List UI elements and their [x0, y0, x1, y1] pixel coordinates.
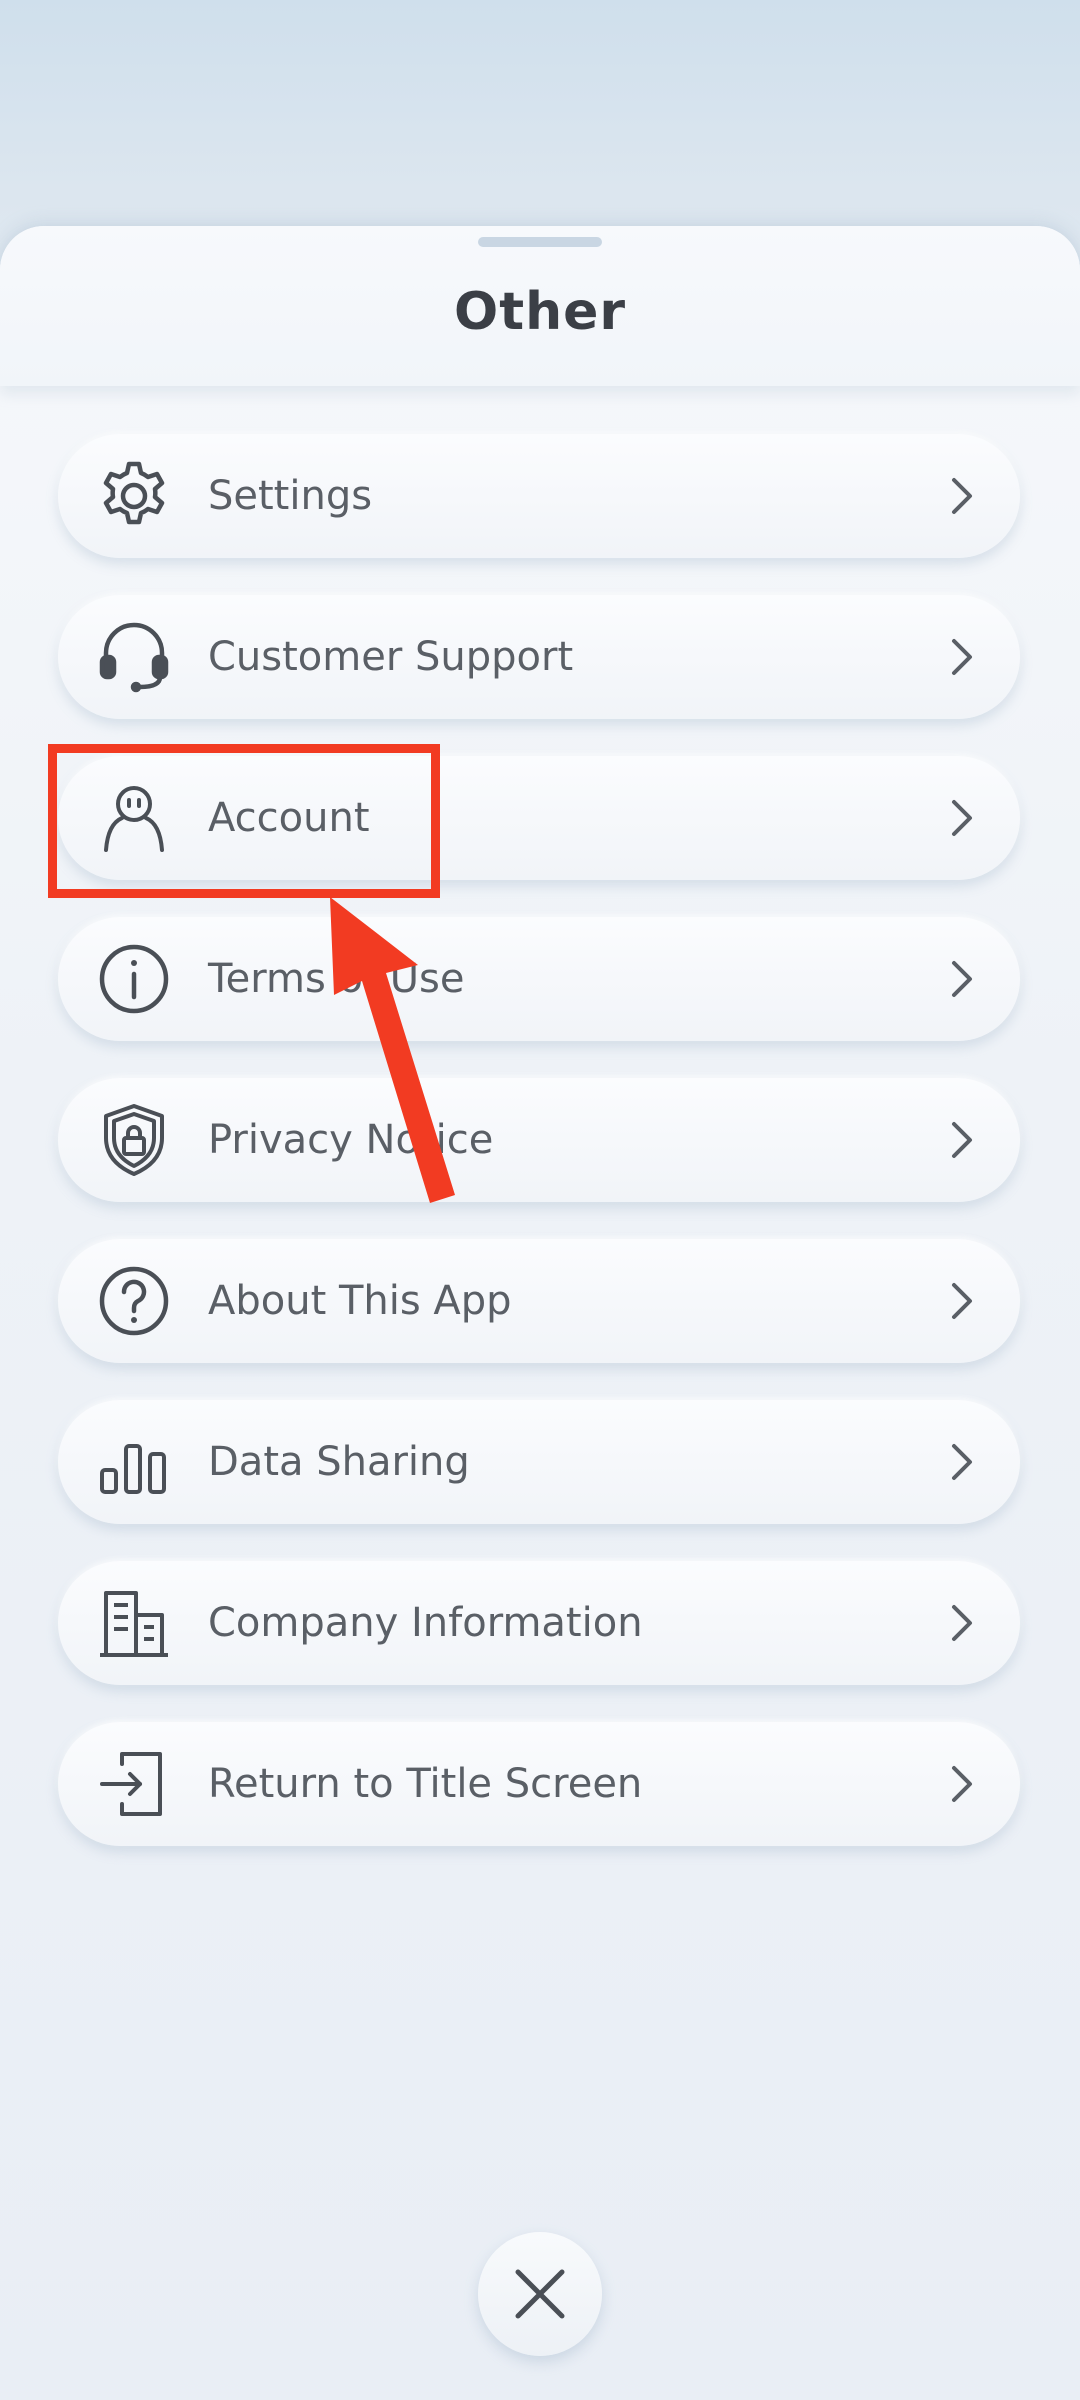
- building-icon: [96, 1585, 172, 1661]
- menu-item-data-sharing[interactable]: Data Sharing: [58, 1400, 1020, 1524]
- menu-item-label: Customer Support: [208, 634, 574, 680]
- chevron-right-icon: [948, 1762, 976, 1806]
- menu-item-terms-of-use[interactable]: Terms of Use: [58, 917, 1020, 1041]
- chevron-right-icon: [948, 1601, 976, 1645]
- close-button[interactable]: [478, 2232, 602, 2356]
- shield-lock-icon: [96, 1102, 172, 1178]
- drag-handle[interactable]: [478, 237, 602, 247]
- question-icon: [96, 1263, 172, 1339]
- menu-item-label: About This App: [208, 1278, 512, 1324]
- page-title: Other: [454, 282, 626, 342]
- bar-chart-icon: [96, 1424, 172, 1500]
- menu-item-privacy-notice[interactable]: Privacy Notice: [58, 1078, 1020, 1202]
- menu-item-customer-support[interactable]: Customer Support: [58, 595, 1020, 719]
- headset-icon: [96, 619, 172, 695]
- chevron-right-icon: [948, 474, 976, 518]
- person-icon: [96, 780, 172, 856]
- menu-item-company-information[interactable]: Company Information: [58, 1561, 1020, 1685]
- menu-item-account[interactable]: Account: [58, 756, 1020, 880]
- menu-item-label: Privacy Notice: [208, 1117, 494, 1163]
- chevron-right-icon: [948, 1279, 976, 1323]
- menu-item-return-to-title-screen[interactable]: Return to Title Screen: [58, 1722, 1020, 1846]
- chevron-right-icon: [948, 635, 976, 679]
- chevron-right-icon: [948, 1118, 976, 1162]
- info-icon: [96, 941, 172, 1017]
- menu-item-label: Return to Title Screen: [208, 1761, 643, 1807]
- gear-icon: [96, 458, 172, 534]
- menu-item-about-this-app[interactable]: About This App: [58, 1239, 1020, 1363]
- menu-item-label: Account: [208, 795, 370, 841]
- menu-item-label: Settings: [208, 473, 373, 519]
- menu-item-label: Terms of Use: [208, 956, 465, 1002]
- chevron-right-icon: [948, 796, 976, 840]
- menu-item-label: Data Sharing: [208, 1439, 470, 1485]
- chevron-right-icon: [948, 1440, 976, 1484]
- menu-item-label: Company Information: [208, 1600, 643, 1646]
- menu-item-settings[interactable]: Settings: [58, 434, 1020, 558]
- close-icon: [515, 2269, 565, 2319]
- exit-door-icon: [96, 1746, 172, 1822]
- chevron-right-icon: [948, 957, 976, 1001]
